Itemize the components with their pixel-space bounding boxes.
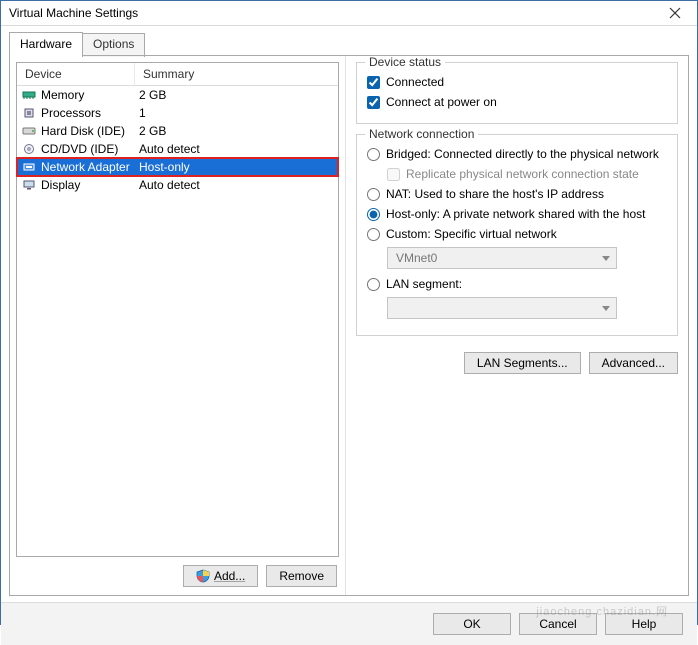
device-row[interactable]: Memory2 GB bbox=[17, 86, 338, 104]
device-name: Hard Disk (IDE) bbox=[41, 124, 139, 138]
help-label: Help bbox=[632, 617, 657, 631]
device-row[interactable]: DisplayAuto detect bbox=[17, 176, 338, 194]
device-row[interactable]: CD/DVD (IDE)Auto detect bbox=[17, 140, 338, 158]
device-status-group: Device status Connected Connect at power… bbox=[356, 62, 678, 124]
ok-label: OK bbox=[463, 617, 480, 631]
nat-radio-row[interactable]: NAT: Used to share the host's IP address bbox=[367, 187, 667, 201]
bridged-radio[interactable] bbox=[367, 148, 380, 161]
nat-radio[interactable] bbox=[367, 188, 380, 201]
header-summary[interactable]: Summary bbox=[135, 63, 338, 85]
hostonly-label: Host-only: A private network shared with… bbox=[386, 207, 645, 221]
right-pane: Device status Connected Connect at power… bbox=[346, 56, 688, 595]
custom-radio[interactable] bbox=[367, 228, 380, 241]
replicate-checkbox-row: Replicate physical network connection st… bbox=[387, 167, 667, 181]
network-connection-title: Network connection bbox=[365, 127, 478, 141]
tab-options[interactable]: Options bbox=[82, 33, 145, 57]
hostonly-radio[interactable] bbox=[367, 208, 380, 221]
add-button[interactable]: Add... bbox=[183, 565, 258, 587]
connected-checkbox-row[interactable]: Connected bbox=[367, 75, 667, 89]
header-device[interactable]: Device bbox=[17, 63, 135, 85]
device-status-title: Device status bbox=[365, 55, 445, 69]
device-name: Display bbox=[41, 178, 139, 192]
nat-label: NAT: Used to share the host's IP address bbox=[386, 187, 604, 201]
lan-segment-select bbox=[387, 297, 617, 319]
bridged-label: Bridged: Connected directly to the physi… bbox=[386, 147, 659, 161]
tab-hardware[interactable]: Hardware bbox=[9, 32, 83, 56]
lan-segment-label: LAN segment: bbox=[386, 277, 462, 291]
device-summary: Auto detect bbox=[139, 178, 334, 192]
device-name: Memory bbox=[41, 88, 139, 102]
device-name: Processors bbox=[41, 106, 139, 120]
connect-power-on-checkbox[interactable] bbox=[367, 96, 380, 109]
hostonly-radio-row[interactable]: Host-only: A private network shared with… bbox=[367, 207, 667, 221]
cpu-icon bbox=[21, 108, 37, 118]
titlebar: Virtual Machine Settings bbox=[1, 1, 697, 26]
display-icon bbox=[21, 180, 37, 190]
hdd-icon bbox=[21, 126, 37, 136]
chevron-down-icon bbox=[602, 306, 610, 311]
device-summary: Auto detect bbox=[139, 142, 334, 156]
lan-segment-radio[interactable] bbox=[367, 278, 380, 291]
tab-content: Device Summary Memory2 GBProcessors1Hard… bbox=[9, 56, 689, 596]
connect-power-on-label: Connect at power on bbox=[386, 95, 497, 109]
cancel-label: Cancel bbox=[539, 617, 576, 631]
device-name: Network Adapter bbox=[41, 160, 139, 174]
right-buttons: LAN Segments... Advanced... bbox=[356, 352, 678, 374]
lan-segments-label: LAN Segments... bbox=[477, 356, 568, 370]
watermark: jiaocheng.chazidian.网 bbox=[536, 603, 668, 619]
lan-segments-button[interactable]: LAN Segments... bbox=[464, 352, 581, 374]
window-title: Virtual Machine Settings bbox=[9, 6, 138, 20]
device-name: CD/DVD (IDE) bbox=[41, 142, 139, 156]
device-summary: 2 GB bbox=[139, 88, 334, 102]
shield-icon bbox=[196, 569, 210, 583]
remove-button[interactable]: Remove bbox=[266, 565, 337, 587]
advanced-button[interactable]: Advanced... bbox=[589, 352, 678, 374]
add-label: Add... bbox=[214, 569, 245, 583]
list-header: Device Summary bbox=[17, 63, 338, 86]
replicate-checkbox bbox=[387, 168, 400, 181]
window-body: Hardware Options Device Summary Memory2 … bbox=[1, 26, 697, 645]
remove-label: Remove bbox=[279, 569, 324, 583]
lan-segment-radio-row[interactable]: LAN segment: bbox=[367, 277, 667, 291]
memory-icon bbox=[21, 90, 37, 100]
connected-checkbox[interactable] bbox=[367, 76, 380, 89]
tabs-area: Hardware Options bbox=[1, 26, 697, 56]
custom-radio-row[interactable]: Custom: Specific virtual network bbox=[367, 227, 667, 241]
close-button[interactable] bbox=[659, 1, 691, 25]
cd-icon bbox=[21, 144, 37, 154]
custom-label: Custom: Specific virtual network bbox=[386, 227, 557, 241]
custom-network-value: VMnet0 bbox=[396, 251, 437, 265]
bridged-radio-row[interactable]: Bridged: Connected directly to the physi… bbox=[367, 147, 667, 161]
vm-settings-window: Virtual Machine Settings Hardware Option… bbox=[0, 0, 698, 625]
device-row[interactable]: Network AdapterHost-only bbox=[17, 158, 338, 176]
custom-network-select: VMnet0 bbox=[387, 247, 617, 269]
advanced-label: Advanced... bbox=[602, 356, 665, 370]
net-icon bbox=[21, 162, 37, 172]
device-summary: 1 bbox=[139, 106, 334, 120]
device-list: Device Summary Memory2 GBProcessors1Hard… bbox=[16, 62, 339, 557]
device-row[interactable]: Processors1 bbox=[17, 104, 338, 122]
left-pane: Device Summary Memory2 GBProcessors1Hard… bbox=[10, 56, 346, 595]
close-icon bbox=[669, 7, 681, 19]
connect-power-on-row[interactable]: Connect at power on bbox=[367, 95, 667, 109]
chevron-down-icon bbox=[602, 256, 610, 261]
device-summary: 2 GB bbox=[139, 124, 334, 138]
ok-button[interactable]: OK bbox=[433, 613, 511, 635]
device-buttons: Add... Remove bbox=[16, 557, 339, 587]
device-row[interactable]: Hard Disk (IDE)2 GB bbox=[17, 122, 338, 140]
device-summary: Host-only bbox=[139, 160, 334, 174]
network-connection-group: Network connection Bridged: Connected di… bbox=[356, 134, 678, 336]
connected-label: Connected bbox=[386, 75, 444, 89]
replicate-label: Replicate physical network connection st… bbox=[406, 167, 639, 181]
